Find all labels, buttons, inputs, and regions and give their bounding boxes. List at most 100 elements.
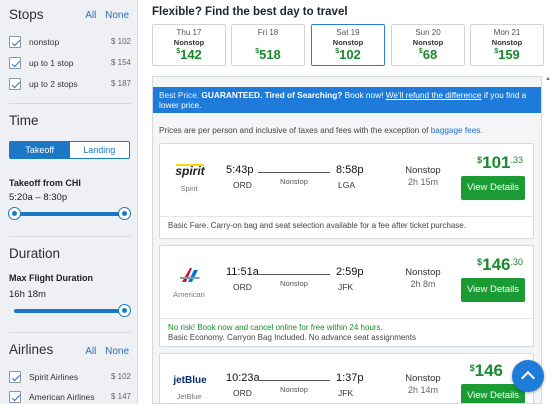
refund-difference-link[interactable]: We'll refund the difference: [386, 90, 482, 100]
fare-note: No risk! Book now and cancel online for …: [160, 318, 533, 347]
stops-count: Nonstop: [405, 373, 441, 384]
fare-note: Basic Fare. Carry-on bag and seat select…: [160, 216, 533, 235]
jetblue-logo: jetBlue: [172, 372, 208, 390]
departure-airport: ORD: [233, 282, 252, 292]
airline-filter-american[interactable]: American Airlines $ 147: [9, 389, 131, 404]
date-card-thu17[interactable]: Thu 17 Nonstop $142: [152, 24, 226, 66]
airlines-links: All None: [79, 346, 129, 357]
date-label: Mon 21: [493, 28, 521, 37]
arrival-airport: JFK: [338, 388, 354, 398]
filter-sidebar: Stops All None nonstop $ 102 up to 1 sto…: [0, 0, 138, 404]
stops-all-link[interactable]: All: [85, 10, 96, 21]
airlines-none-link[interactable]: None: [105, 346, 129, 357]
price-guarantee-banner: Best Price. GUARANTEED. Tired of Searchi…: [153, 87, 541, 113]
flight-duration: 2h 8m: [410, 279, 436, 289]
checkbox-checked-icon[interactable]: [9, 78, 21, 90]
baggage-fees-link[interactable]: baggage fees.: [431, 126, 483, 135]
filter-price: $ 147: [110, 392, 131, 401]
date-price: $518: [255, 47, 281, 62]
date-label: Sat 19: [336, 28, 360, 37]
date-stops: Nonstop: [412, 38, 444, 47]
date-price: $142: [176, 47, 202, 62]
arrival-time: 8:58p: [336, 164, 364, 176]
stops-none-link[interactable]: None: [105, 10, 129, 21]
departure-airport: ORD: [233, 180, 252, 190]
checkbox-checked-icon[interactable]: [9, 371, 21, 383]
flexible-dates-title: Flexible? Find the best day to travel: [152, 6, 348, 18]
flight-price: $146.30: [477, 255, 523, 274]
filter-price: $ 154: [110, 58, 131, 67]
american-logo: [172, 266, 208, 289]
departure-airport: ORD: [233, 388, 252, 398]
results-scroll-up-arrow[interactable]: ▲: [544, 76, 550, 86]
date-label: Fri 18: [257, 28, 279, 37]
takeoff-slider-max-handle[interactable]: [118, 207, 131, 220]
departure-time: 10:23a: [226, 372, 260, 384]
spirit-logo: spirit: [172, 164, 208, 183]
results-list[interactable]: Best Price. GUARANTEED. Tired of Searchi…: [152, 76, 542, 404]
arrival-airport: LGA: [338, 180, 356, 190]
checkbox-checked-icon[interactable]: [9, 57, 21, 69]
flight-price: $146: [469, 361, 503, 380]
takeoff-landing-toggle: Takeoff Landing: [9, 141, 130, 159]
max-duration-value: 16h 18m: [9, 289, 46, 300]
date-card-fri18[interactable]: Fri 18 $518: [231, 24, 305, 66]
route-line: [258, 274, 330, 275]
date-card-mon21[interactable]: Mon 21 Nonstop $159: [470, 24, 544, 66]
route-line: [258, 172, 330, 173]
free-cancel-note: No risk! Book now and cancel online for …: [168, 323, 383, 332]
divider: [9, 103, 131, 104]
route-stops: Nonstop: [280, 279, 308, 288]
duration-slider-track[interactable]: [14, 309, 126, 313]
takeoff-slider-min-handle[interactable]: [8, 207, 21, 220]
arrival-time: 1:37p: [336, 372, 364, 384]
takeoff-from-label: Takeoff from CHI: [9, 178, 81, 188]
date-stops: [232, 38, 304, 47]
tab-landing[interactable]: Landing: [69, 142, 129, 158]
airlines-heading: Airlines: [9, 342, 54, 357]
filter-label: Spirit Airlines: [29, 372, 79, 382]
filter-label: up to 1 stop: [29, 58, 74, 68]
duration-slider-handle[interactable]: [118, 304, 131, 317]
view-details-button[interactable]: View Details: [461, 278, 525, 302]
filter-price: $ 187: [110, 79, 131, 88]
divider: [9, 236, 131, 237]
flexible-date-strip: Thu 17 Nonstop $142 Fri 18 $518 Sat 19 N…: [152, 24, 550, 68]
stops-filter-nonstop[interactable]: nonstop $ 102: [9, 34, 131, 50]
max-duration-label: Max Flight Duration: [9, 273, 93, 283]
time-heading: Time: [9, 113, 39, 128]
arrival-airport: JFK: [338, 282, 354, 292]
checkbox-checked-icon[interactable]: [9, 391, 21, 403]
flight-card-spirit[interactable]: spirit Spirit 5:43p ORD Nonstop 8:58p LG…: [159, 143, 534, 239]
flight-card-american[interactable]: American 11:51a ORD Nonstop 2:59p JFK No…: [159, 245, 534, 347]
date-card-sat19-selected[interactable]: Sat 19 Nonstop $102: [311, 24, 385, 66]
svg-text:jetBlue: jetBlue: [172, 375, 207, 385]
flight-card-jetblue[interactable]: jetBlue JetBlue 10:23a ORD Nonstop 1:37p…: [159, 353, 534, 403]
flight-duration: 2h 14m: [407, 385, 439, 395]
scroll-to-top-icon[interactable]: [512, 360, 544, 392]
checkbox-checked-icon[interactable]: [9, 36, 21, 48]
route-stops: Nonstop: [280, 385, 308, 394]
route-line: [258, 380, 330, 381]
date-price: $159: [494, 47, 520, 62]
airlines-all-link[interactable]: All: [85, 346, 96, 357]
date-card-sun20[interactable]: Sun 20 Nonstop $68: [391, 24, 465, 66]
date-stops: Nonstop: [173, 38, 205, 47]
airline-filter-spirit[interactable]: Spirit Airlines $ 102: [9, 369, 131, 385]
takeoff-slider-track[interactable]: [14, 212, 126, 216]
flight-price: $101.33: [477, 153, 523, 172]
date-label: Sun 20: [415, 28, 441, 37]
date-stops: Nonstop: [491, 38, 523, 47]
results-main: Flexible? Find the best day to travel Th…: [152, 0, 550, 404]
date-price: $102: [335, 47, 361, 62]
view-details-button[interactable]: View Details: [461, 176, 525, 200]
stops-filter-2stops[interactable]: up to 2 stops $ 187: [9, 76, 131, 92]
tab-takeoff[interactable]: Takeoff: [10, 142, 70, 158]
filter-label: up to 2 stops: [29, 79, 78, 89]
basic-economy-note: Basic Economy. Carryon Bag Included. No …: [168, 333, 416, 342]
stops-filter-1stop[interactable]: up to 1 stop $ 154: [9, 55, 131, 71]
date-label: Thu 17: [176, 28, 202, 37]
duration-heading: Duration: [9, 246, 61, 261]
filter-price: $ 102: [110, 37, 131, 46]
filter-price: $ 102: [110, 372, 131, 381]
